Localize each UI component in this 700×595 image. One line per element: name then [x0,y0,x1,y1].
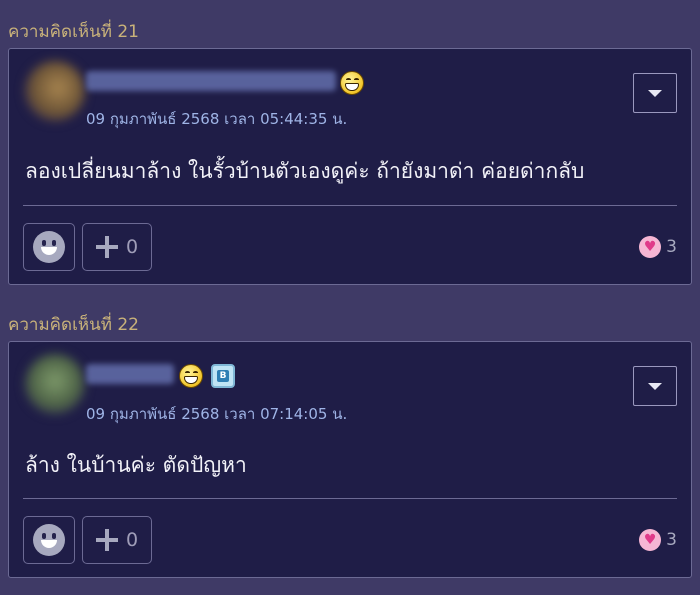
grin-emoji-icon [179,364,203,388]
heart-reaction[interactable]: ♥ 3 [639,529,677,551]
bloggang-badge-icon[interactable]: B [211,364,235,388]
heart-count: 3 [666,530,677,550]
comment-menu-button[interactable] [633,73,677,113]
emotion-button[interactable] [23,223,75,271]
plus-button[interactable]: 0 [82,223,152,271]
comment-number-label: ความคิดเห็นที่ 22 [8,315,139,335]
smile-icon [33,524,65,556]
chevron-down-icon [648,382,662,390]
comment-number-label: ความคิดเห็นที่ 21 [8,22,139,42]
emotion-button[interactable] [23,516,75,564]
plus-icon [95,236,118,258]
plus-count: 0 [125,529,139,551]
comment-card: B 09 กุมภาพันธ์ 2568 เวลา 07:14:05 น. ล้… [8,341,692,578]
smile-icon [33,231,65,263]
divider [23,498,677,499]
comment-timestamp: 09 กุมภาพันธ์ 2568 เวลา 05:44:35 น. [86,110,348,128]
comment-menu-button[interactable] [633,366,677,406]
heart-reaction[interactable]: ♥ 3 [639,236,677,258]
comment-card: 09 กุมภาพันธ์ 2568 เวลา 05:44:35 น. ลองเ… [8,48,692,285]
avatar[interactable] [25,61,85,121]
heart-count: 3 [666,237,677,257]
heart-icon: ♥ [639,236,662,258]
avatar[interactable] [25,354,85,414]
plus-button[interactable]: 0 [82,516,152,564]
plus-count: 0 [125,236,139,258]
username-blurred[interactable] [86,71,336,91]
grin-emoji-icon [340,71,364,95]
comment-timestamp: 09 กุมภาพันธ์ 2568 เวลา 07:14:05 น. [86,405,348,423]
username-blurred[interactable] [86,364,174,384]
heart-icon: ♥ [639,529,662,551]
chevron-down-icon [648,89,662,97]
divider [23,205,677,206]
comment-message: ลองเปลี่ยนมาล้าง ในรั้วบ้านตัวเองดูค่ะ ถ… [25,159,585,183]
plus-icon [95,529,118,551]
comment-message: ล้าง ในบ้านค่ะ ตัดปัญหา [25,453,247,477]
